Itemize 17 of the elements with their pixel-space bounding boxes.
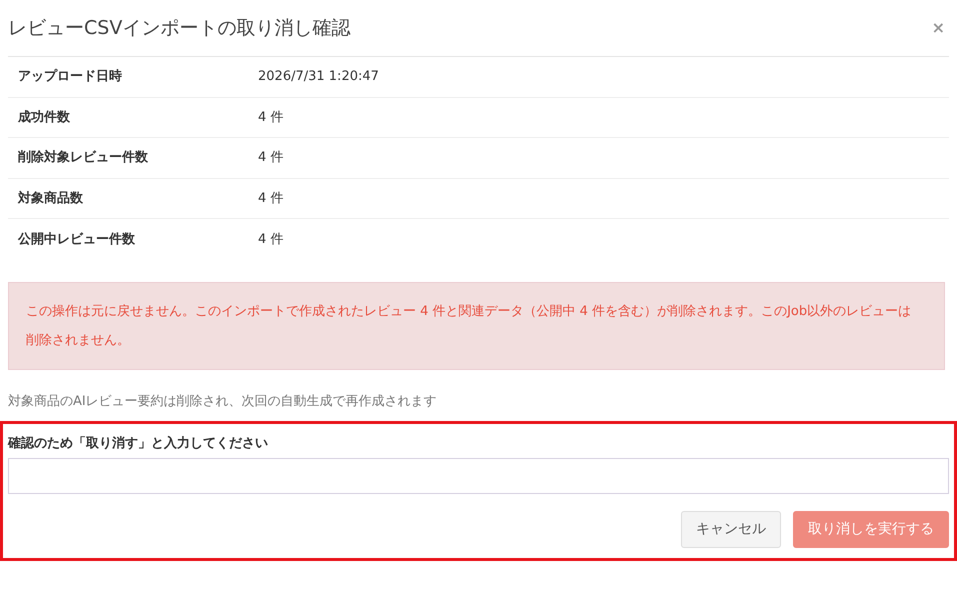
cancel-button[interactable]: キャンセル: [681, 510, 781, 548]
warning-alert: この操作は元に戻せません。このインポートで作成されたレビュー 4 件と関連データ（公開中 4 件を含む）が削除されます。このJob以外のレビューは削除されません。: [8, 282, 945, 370]
detail-label: 対象商品数: [16, 190, 84, 208]
detail-value: 4 件: [258, 230, 284, 248]
detail-label: 成功件数: [16, 108, 71, 126]
detail-value: 2026/7/31 1:20:47: [258, 68, 379, 86]
detail-label: アップロード日時: [17, 68, 123, 86]
detail-value: 4 件: [258, 108, 284, 126]
confirm-input-field[interactable]: [8, 458, 949, 494]
close-button[interactable]: ×: [932, 20, 945, 36]
dialog-title: レビューCSVインポートの取り消し確認: [8, 16, 350, 41]
detail-label: 公開中レビュー件数: [16, 230, 136, 248]
detail-value: 4 件: [258, 190, 284, 208]
detail-value: 4 件: [258, 149, 284, 167]
confirm-label: 確認のため「取り消す」と入力してください: [8, 434, 269, 453]
detail-label: 削除対象レビュー件数: [17, 148, 149, 167]
note-text: 対象商品のAIレビュー要約は削除され、次回の自動生成で再作成されます: [8, 392, 438, 410]
